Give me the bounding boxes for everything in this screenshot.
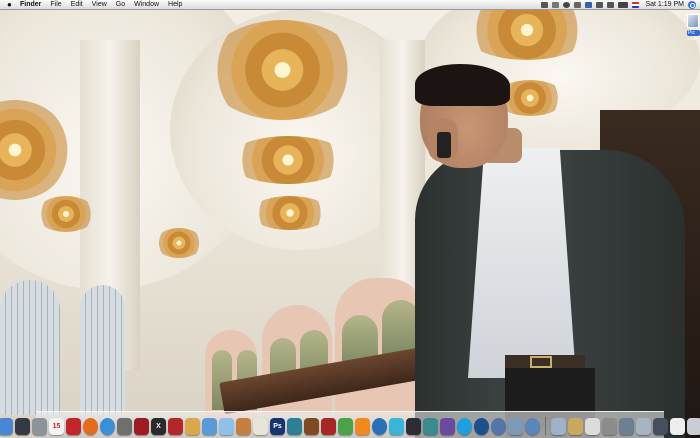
system-preferences-icon[interactable]	[32, 418, 47, 435]
gray-app-icon[interactable]	[117, 418, 132, 435]
sync-icon[interactable]	[563, 2, 571, 8]
input-flag-icon[interactable]	[632, 2, 640, 8]
dashboard-icon[interactable]	[15, 418, 30, 435]
documents-folder-icon[interactable]	[568, 418, 583, 435]
teal-app-icon[interactable]	[423, 418, 438, 435]
red-cube-icon[interactable]	[168, 418, 183, 435]
address-book-icon[interactable]	[236, 418, 251, 435]
menu-bar: ● Finder File Edit View Go Window Help S…	[0, 0, 700, 10]
applications-folder-icon[interactable]	[551, 418, 566, 435]
wallpaper-rosette	[36, 196, 96, 232]
network-icon[interactable]	[491, 418, 506, 435]
ichat-icon[interactable]	[219, 418, 234, 435]
wallpaper-phone	[437, 132, 451, 158]
desktop-file[interactable]: Pic 2.4M	[687, 14, 700, 48]
menu-clock[interactable]: Sat 1:19 PM	[645, 0, 684, 10]
dark-app-icon[interactable]	[406, 418, 421, 435]
menu-go[interactable]: Go	[116, 0, 125, 10]
wallpaper-rosette	[250, 196, 330, 230]
menu-file[interactable]: File	[50, 0, 61, 10]
image-file-icon	[687, 14, 699, 28]
photoshop-icon[interactable]: Ps	[270, 418, 285, 435]
time-machine-icon[interactable]	[574, 2, 582, 8]
menu-app-name[interactable]: Finder	[20, 0, 41, 10]
menu-window[interactable]: Window	[134, 0, 159, 10]
ruby-app-icon[interactable]	[134, 418, 149, 435]
screen-icon[interactable]	[636, 418, 651, 435]
desktop-wallpaper	[0, 0, 700, 438]
dock-separator	[545, 417, 546, 435]
wallpaper-window	[80, 285, 125, 415]
photo-stack-icon[interactable]	[619, 418, 634, 435]
wallpaper-rosette	[155, 228, 203, 258]
downloads-icon[interactable]	[602, 418, 617, 435]
pages-stack-icon[interactable]	[585, 418, 600, 435]
menu-extra-icon[interactable]	[541, 2, 549, 8]
skype-icon[interactable]	[457, 418, 472, 435]
cyan-app-icon[interactable]	[389, 418, 404, 435]
page-icon[interactable]	[670, 418, 685, 435]
monitor-icon[interactable]	[653, 418, 668, 435]
wallpaper-window	[0, 280, 60, 415]
desktop-file-size: 2.4M	[687, 36, 696, 41]
purple-app-icon[interactable]	[440, 418, 455, 435]
wallpaper-person-shirt	[468, 148, 576, 378]
volume-icon[interactable]	[607, 2, 615, 8]
firefox-icon[interactable]	[83, 418, 98, 435]
menu-help[interactable]: Help	[168, 0, 182, 10]
menu-extras: Sat 1:19 PM	[541, 0, 696, 10]
mail-icon[interactable]	[253, 418, 268, 435]
flash-icon[interactable]	[321, 418, 336, 435]
blue-globe-icon[interactable]	[372, 418, 387, 435]
wallpaper-buckle	[530, 356, 552, 368]
menu-extra-icon[interactable]	[552, 2, 560, 8]
safari-icon[interactable]	[100, 418, 115, 435]
bluetooth-icon[interactable]	[585, 2, 593, 8]
finder-icon[interactable]	[0, 418, 13, 435]
red-app-icon[interactable]	[66, 418, 81, 435]
photo-app-icon[interactable]	[508, 418, 523, 435]
globe-app-icon[interactable]	[525, 418, 540, 435]
menu-view[interactable]: View	[92, 0, 107, 10]
spotlight-icon[interactable]	[688, 1, 696, 9]
wifi-icon[interactable]	[596, 2, 604, 8]
illustrator-icon[interactable]	[304, 418, 319, 435]
quicktime-icon[interactable]	[474, 418, 489, 435]
ical-icon[interactable]: 15	[49, 418, 64, 435]
green-app-icon[interactable]	[338, 418, 353, 435]
apple-menu-icon[interactable]: ●	[7, 0, 14, 9]
dock: 15 X Ps	[0, 411, 700, 438]
trash-icon[interactable]	[687, 418, 700, 435]
wallpaper-rosette	[205, 20, 360, 120]
wallpaper-person-hair	[415, 64, 510, 106]
battery-icon[interactable]	[618, 2, 629, 8]
x-app-icon[interactable]: X	[151, 418, 166, 435]
wallpaper-rosette	[228, 136, 348, 184]
itunes-icon[interactable]	[202, 418, 217, 435]
menu-edit[interactable]: Edit	[71, 0, 83, 10]
dreamweaver-icon[interactable]	[287, 418, 302, 435]
vlc-icon[interactable]	[355, 418, 370, 435]
preview-icon[interactable]	[185, 418, 200, 435]
